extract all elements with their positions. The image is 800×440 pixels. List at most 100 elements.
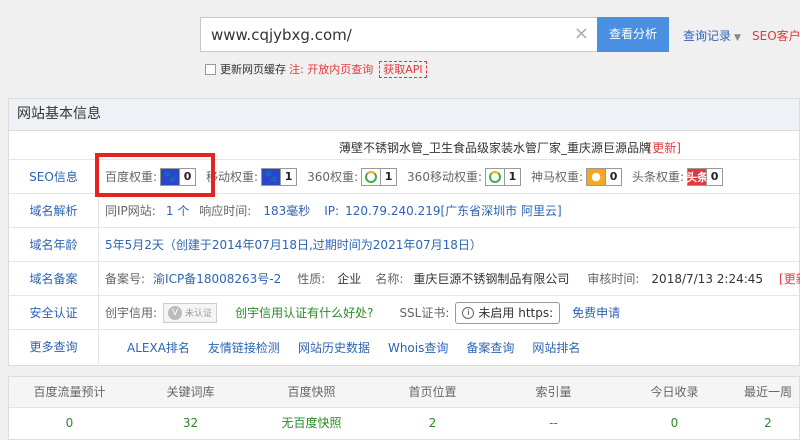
- response-value: 183毫秒: [263, 204, 311, 218]
- site-title: 薄壁不锈钢水管_卫生食品级家装水管厂家_重庆源巨源品牌: [338, 141, 651, 155]
- link-whois[interactable]: Whois查询: [388, 339, 448, 356]
- response-label: 响应时间:: [199, 204, 252, 218]
- refresh-cache-checkbox[interactable]: [205, 63, 216, 75]
- title-update-link[interactable]: [更新]: [648, 139, 681, 156]
- security-info: 创宇信用: V 未认证 创宇信用认证有什么好处? SSL证书: i 未启用 ht…: [105, 296, 799, 329]
- icp-time-label: 审核时间:: [587, 272, 640, 286]
- shenma-weight-value: 0: [605, 168, 622, 185]
- age-label[interactable]: 域名年龄: [9, 228, 99, 261]
- stats-table: 百度流量预计 关键词库 百度快照 首页位置 索引量 今日收录 最近一周 0 32…: [8, 376, 800, 440]
- 360-icon: [486, 168, 504, 185]
- inner-page-note[interactable]: 注: 开放内页查询: [289, 61, 373, 77]
- seo-weights: 百度权重: 🐾 0 移动权重: 🐾 1 360权重: 1 360移动权重: 1 …: [105, 160, 799, 193]
- stats-value: 0: [670, 416, 679, 430]
- credit-question-link[interactable]: 创宇信用认证有什么好处?: [235, 304, 373, 321]
- s360-weight-value: 1: [380, 168, 397, 185]
- icp-num-label: 备案号:: [105, 272, 146, 286]
- baidu-paw-icon: 🐾: [161, 168, 180, 185]
- credit-label: 创宇信用:: [105, 306, 158, 320]
- link-site-rank[interactable]: 网站排名: [532, 339, 580, 356]
- baidu-weight-badge[interactable]: 🐾 0: [160, 167, 197, 186]
- ip-value[interactable]: 120.79.240.219[广东省深圳市 阿里云]: [345, 202, 562, 219]
- toutiao-weight-badge[interactable]: 头条 0: [686, 167, 724, 186]
- baidu-paw-icon: 🐾: [262, 168, 281, 185]
- ip-label: IP:: [324, 203, 340, 218]
- stats-header: 百度流量预计: [33, 385, 106, 399]
- https-status[interactable]: i 未启用 https:: [455, 301, 561, 324]
- stats-value[interactable]: 2: [372, 408, 493, 439]
- s360-weight-badge[interactable]: 1: [361, 167, 398, 186]
- search-area: × 查看分析 查询记录▼ SEO客户端 更新网页缓存 注: 开放内页查询 获取A…: [0, 0, 800, 92]
- seo-label[interactable]: SEO信息: [9, 160, 99, 193]
- icp-label[interactable]: 域名备案: [9, 262, 99, 295]
- panel-title: 网站基本信息: [9, 99, 799, 131]
- baidu-weight-label: 百度权重:: [105, 170, 158, 184]
- history-link[interactable]: 查询记录 ▼: [683, 27, 741, 44]
- link-alexa[interactable]: ALEXA排名: [127, 339, 190, 356]
- toutiao-weight-value: 0: [706, 168, 723, 185]
- more-label[interactable]: 更多查询: [9, 330, 99, 364]
- security-label[interactable]: 安全认证: [9, 296, 99, 329]
- baidu-weight-value: 0: [179, 168, 196, 185]
- get-api-button[interactable]: 获取API: [379, 60, 427, 78]
- more-row: 更多查询 ALEXA排名 友情链接检测 网站历史数据 Whois查询 备案查询 …: [9, 330, 799, 364]
- stats-header: 最近一周: [743, 385, 792, 399]
- shenma-weight-badge[interactable]: ● 0: [586, 167, 623, 186]
- stats-header: 百度快照: [287, 385, 336, 399]
- icp-name-value: 重庆巨源不锈钢制品有限公司: [413, 272, 570, 286]
- stats-value: 2: [764, 416, 772, 430]
- age-value: 5年5月2天: [105, 238, 164, 252]
- url-input[interactable]: [201, 18, 561, 51]
- 360-icon: [362, 168, 381, 185]
- mobile-weight-value: 1: [280, 168, 297, 185]
- stats-header: 首页位置: [408, 385, 457, 399]
- seo-client-link[interactable]: SEO客户端: [752, 27, 800, 44]
- age-row: 域名年龄 5年5月2天 （创建于2014年07月18日,过期时间为2021年07…: [9, 228, 799, 262]
- dns-label[interactable]: 域名解析: [9, 194, 99, 227]
- stats-header-row: 百度流量预计 关键词库 百度快照 首页位置 索引量 今日收录 最近一周: [9, 377, 799, 408]
- search-options: 更新网页缓存 注: 开放内页查询 获取API: [205, 60, 427, 78]
- close-icon[interactable]: ×: [574, 24, 589, 44]
- dns-row: 域名解析 同IP网站: 1 个 响应时间: 183毫秒 IP: 120.79.2…: [9, 194, 799, 228]
- icp-update-link[interactable]: [更新]: [779, 270, 800, 287]
- analyze-button[interactable]: 查看分析: [597, 17, 669, 52]
- mobile-weight-badge[interactable]: 🐾 1: [261, 167, 298, 186]
- seo-row: SEO信息 百度权重: 🐾 0 移动权重: 🐾 1 360权重: 1 360移动…: [9, 160, 799, 194]
- icp-num-value[interactable]: 渝ICP备18008263号-2: [153, 270, 281, 287]
- unverified-badge[interactable]: V 未认证: [163, 302, 218, 323]
- age-info: 5年5月2天 （创建于2014年07月18日,过期时间为2021年07月18日）: [105, 228, 799, 261]
- toutiao-weight-label: 头条权重:: [632, 170, 685, 184]
- s360m-weight-label: 360移动权重:: [407, 170, 482, 184]
- mobile-weight-label: 移动权重:: [206, 170, 259, 184]
- s360m-weight-badge[interactable]: 1: [485, 167, 521, 186]
- stats-value: 0: [65, 416, 74, 430]
- icp-time-value: 2018/7/13 2:24:45: [651, 271, 764, 286]
- icp-name-label: 名称:: [375, 272, 404, 286]
- stats-header: 索引量: [535, 385, 572, 399]
- search-box: ×: [200, 17, 598, 52]
- age-detail: （创建于2014年07月18日,过期时间为2021年07月18日）: [163, 238, 482, 252]
- stats-value: 无百度快照: [281, 416, 342, 430]
- same-ip-label: 同IP网站:: [105, 204, 156, 218]
- same-ip-value[interactable]: 1 个: [166, 202, 189, 219]
- shenma-weight-label: 神马权重:: [531, 170, 584, 184]
- chevron-down-icon: ▼: [734, 33, 741, 43]
- link-history-data[interactable]: 网站历史数据: [298, 339, 370, 356]
- https-label: 未启用 https:: [478, 306, 554, 320]
- stats-value[interactable]: 32: [130, 408, 251, 439]
- stats-header: 关键词库: [166, 385, 215, 399]
- site-info-panel: 网站基本信息 薄壁不锈钢水管_卫生食品级家装水管厂家_重庆源巨源品牌 [更新] …: [8, 98, 800, 366]
- refresh-cache-label: 更新网页缓存: [220, 63, 286, 76]
- s360m-weight-value: 1: [504, 168, 520, 185]
- ssl-label: SSL证书:: [399, 306, 450, 320]
- icp-nature-label: 性质:: [297, 272, 326, 286]
- link-friend-check[interactable]: 友情链接检测: [208, 339, 280, 356]
- link-icp-query[interactable]: 备案查询: [466, 339, 514, 356]
- history-label: 查询记录: [683, 29, 732, 43]
- free-apply-link[interactable]: 免费申请: [572, 304, 620, 321]
- icp-row: 域名备案 备案号: 渝ICP备18008263号-2 性质: 企业 名称: 重庆…: [9, 262, 800, 296]
- dns-info: 同IP网站: 1 个 响应时间: 183毫秒 IP: 120.79.240.21…: [105, 194, 799, 227]
- stats-value: --: [549, 416, 558, 430]
- icp-nature-value: 企业: [337, 272, 362, 286]
- shenma-icon: ●: [587, 168, 606, 185]
